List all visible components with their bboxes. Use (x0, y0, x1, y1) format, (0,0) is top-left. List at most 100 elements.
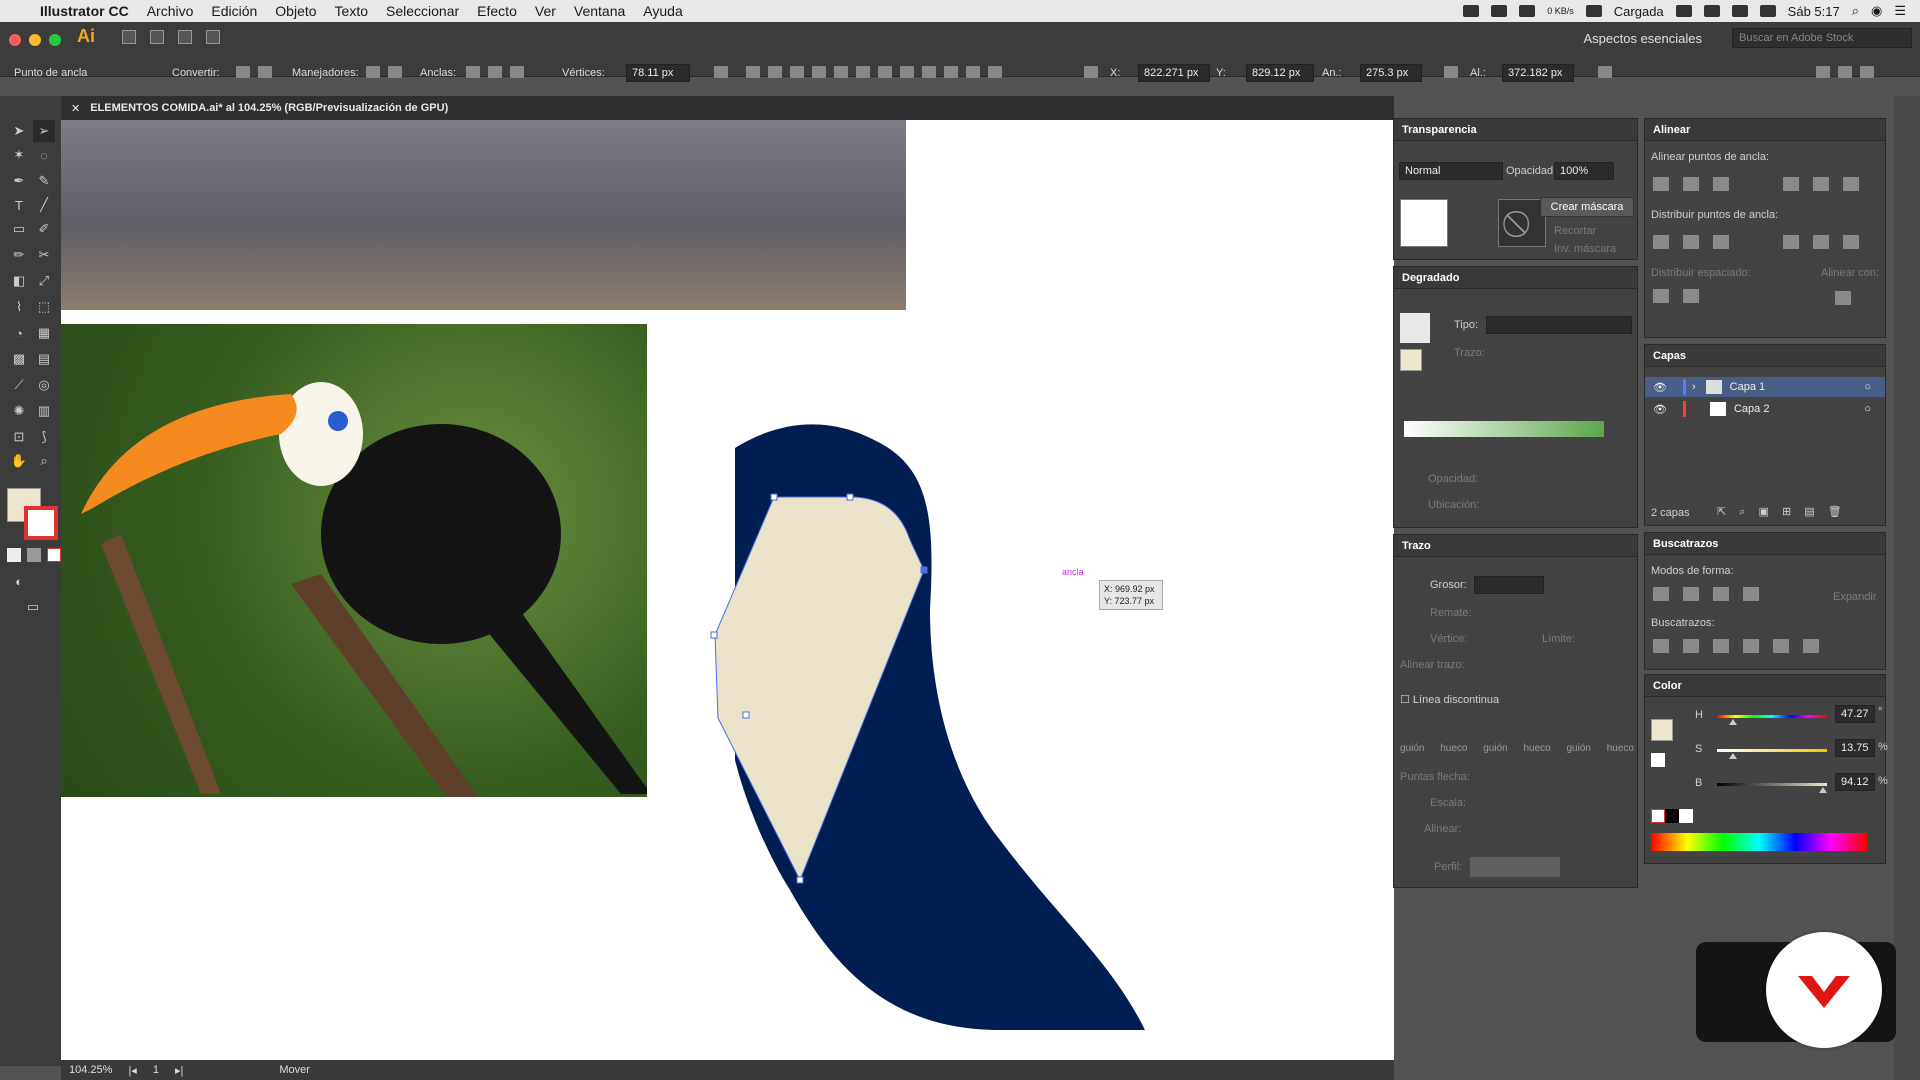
minus-back-button[interactable] (1803, 639, 1819, 653)
align-points-top-button[interactable] (1783, 177, 1799, 191)
saturation-slider[interactable] (1717, 749, 1827, 752)
merge-button[interactable] (1713, 639, 1729, 653)
artboard-number[interactable]: 1 (153, 1064, 159, 1076)
dashed-line-checkbox[interactable]: ☐ Línea discontinua (1400, 693, 1499, 706)
document-tab[interactable]: ✕ ELEMENTOS COMIDA.ai* al 104.25% (RGB/P… (61, 96, 1394, 120)
artboard-tool-icon[interactable]: ⊡ (8, 426, 30, 448)
siri-icon[interactable]: ◉ (1871, 3, 1882, 19)
brightness-field[interactable]: 94.12 (1835, 773, 1875, 791)
selected-anchor-point[interactable] (920, 566, 928, 574)
distribute-points-top-button[interactable] (1653, 235, 1669, 249)
target-icon[interactable]: ○ (1864, 381, 1871, 393)
color-title[interactable]: Color (1645, 675, 1885, 697)
width-field[interactable]: 275.3 px (1360, 64, 1422, 82)
white-swatch[interactable] (1679, 809, 1693, 823)
hide-handles-button[interactable] (388, 65, 402, 78)
zoom-window-button[interactable] (49, 34, 61, 46)
free-transform-tool-icon[interactable]: ⬚ (33, 296, 55, 318)
align-points-left-button[interactable] (1653, 177, 1669, 191)
saturation-slider-knob[interactable] (1729, 753, 1737, 759)
stroke-swatch[interactable] (24, 506, 58, 540)
screen-mode-icon[interactable]: ▭ (22, 596, 44, 618)
distribute-right-button[interactable] (988, 65, 1002, 78)
delete-layer-icon[interactable]: 🗑 (1828, 506, 1842, 518)
gradient-swatch[interactable] (1400, 313, 1430, 343)
layer-row[interactable]: 👁 › Capa 1 ○ (1645, 377, 1885, 397)
new-sublayer-icon[interactable]: ⊞ (1782, 506, 1791, 518)
distribute-vcenter-button[interactable] (900, 65, 914, 78)
divide-button[interactable] (1653, 639, 1669, 653)
status-text[interactable]: Mover (279, 1064, 310, 1076)
reflect-tool-icon[interactable]: ◧ (8, 270, 30, 292)
remove-anchor-button[interactable] (466, 65, 480, 78)
scissors-tool-icon[interactable]: ✂ (33, 244, 55, 266)
pen-tool-icon[interactable]: ✒ (8, 170, 30, 192)
pencil-tool-icon[interactable]: ✏ (8, 244, 30, 266)
convert-smooth-button[interactable] (258, 65, 272, 78)
minimize-window-button[interactable] (29, 34, 41, 46)
cut-anchor-button[interactable] (510, 65, 524, 78)
export-icon[interactable]: ⇱ (1717, 506, 1726, 518)
scale-tool-icon[interactable]: ⤢ (33, 270, 55, 292)
vertices-field[interactable]: 78.11 px (626, 64, 690, 82)
none-swatch[interactable] (1651, 809, 1665, 823)
locate-object-icon[interactable]: ⌕ (1739, 506, 1745, 518)
none-mode-icon[interactable] (47, 548, 61, 562)
distribute-points-left-button[interactable] (1783, 235, 1799, 249)
distribute-top-button[interactable] (878, 65, 892, 78)
distribute-spacing-vertical-button[interactable] (1653, 289, 1669, 303)
align-left-button[interactable] (746, 65, 760, 78)
hue-slider[interactable] (1717, 715, 1827, 718)
invert-mask-checkbox[interactable]: Inv. máscara (1554, 243, 1616, 255)
lasso-tool-icon[interactable]: ◌ (33, 144, 55, 166)
intersect-button[interactable] (1713, 587, 1729, 601)
gpu-rocket-icon[interactable] (206, 30, 220, 44)
pathfinder-title[interactable]: Buscatrazos (1645, 533, 1885, 555)
volume-icon[interactable] (1731, 5, 1748, 17)
gradient-mode-icon[interactable] (27, 548, 41, 562)
target-icon[interactable]: ○ (1864, 403, 1871, 415)
first-artboard-icon[interactable]: |◂ (128, 1064, 136, 1077)
expand-button[interactable]: Expandir (1833, 591, 1876, 603)
zoom-tool-icon[interactable]: ⌕ (33, 450, 55, 472)
brightness-slider[interactable] (1717, 783, 1827, 786)
curvature-tool-icon[interactable]: ✎ (33, 170, 55, 192)
out-of-gamut-swatch[interactable] (1651, 753, 1665, 767)
anchor-point[interactable] (710, 631, 718, 639)
blend-mode-select[interactable]: Normal (1399, 162, 1503, 180)
align-points-center-button[interactable] (1683, 177, 1699, 191)
align-bottom-button[interactable] (856, 65, 870, 78)
blend-tool-icon[interactable]: ◎ (33, 374, 55, 396)
transparency-title[interactable]: Transparencia (1394, 119, 1637, 141)
record-icon[interactable] (1463, 5, 1480, 17)
graph-tool-icon[interactable]: ▥ (33, 400, 55, 422)
make-mask-button[interactable]: Crear máscara (1540, 197, 1634, 217)
x-field[interactable]: 822.271 px (1138, 64, 1210, 82)
new-layer-icon[interactable]: ▤ (1804, 506, 1814, 518)
mesh-tool-icon[interactable]: ▩ (8, 348, 30, 370)
battery-icon[interactable] (1759, 5, 1776, 17)
rectangle-tool-icon[interactable]: ▭ (8, 218, 30, 240)
magic-wand-tool-icon[interactable]: ✶ (8, 144, 30, 166)
y-field[interactable]: 829.12 px (1246, 64, 1314, 82)
align-to-dropdown[interactable] (714, 65, 728, 78)
outline-button[interactable] (1773, 639, 1789, 653)
visibility-eye-icon[interactable]: 👁 (1653, 403, 1667, 416)
notifications-icon[interactable]: ☰ (1894, 3, 1906, 19)
exclude-button[interactable] (1743, 587, 1759, 601)
minus-front-button[interactable] (1683, 587, 1699, 601)
align-points-right-button[interactable] (1713, 177, 1729, 191)
menu-ver[interactable]: Ver (535, 3, 556, 19)
hue-field[interactable]: 47.27 (1835, 705, 1875, 723)
show-handles-button[interactable] (366, 65, 380, 78)
connect-anchor-button[interactable] (488, 65, 502, 78)
fill-stroke-swatch[interactable] (1400, 349, 1422, 371)
distribute-points-middle-button[interactable] (1683, 235, 1699, 249)
width-tool-icon[interactable]: ⌇ (8, 296, 30, 318)
opacity-field[interactable]: 100% (1554, 162, 1614, 180)
color-spectrum[interactable] (1651, 833, 1867, 851)
distribute-left-button[interactable] (944, 65, 958, 78)
gradient-slider[interactable] (1404, 421, 1604, 437)
color-fill-swatch[interactable] (1651, 719, 1673, 741)
shape-builder-tool-icon[interactable]: ◔ (8, 322, 30, 344)
